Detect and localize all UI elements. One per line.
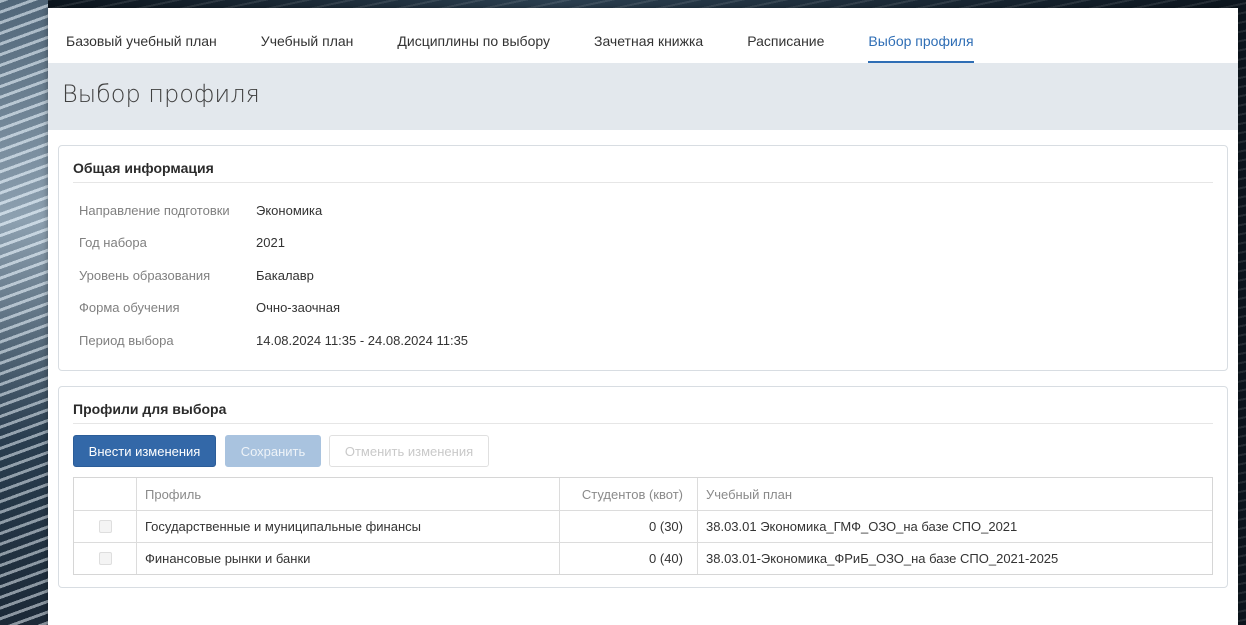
profiles-title: Профили для выбора <box>73 401 1213 424</box>
header-checkbox-cell <box>74 478 136 510</box>
info-value: Бакалавр <box>256 268 314 283</box>
profiles-table: Профиль Студентов (квот) Учебный план Го… <box>73 477 1213 575</box>
curriculum-plan: 38.03.01-Экономика_ФРиБ_ОЗО_на базе СПО_… <box>697 543 1212 574</box>
table-row: Финансовые рынки и банки 0 (40) 38.03.01… <box>74 542 1212 574</box>
background-stripes <box>0 0 48 625</box>
students-count: 0 (30) <box>559 511 697 542</box>
profile-name: Финансовые рынки и банки <box>136 543 559 574</box>
info-value: Экономика <box>256 203 323 218</box>
profile-name: Государственные и муниципальные финансы <box>136 511 559 542</box>
row-checkbox-cell <box>74 543 136 574</box>
general-info-title: Общая информация <box>73 160 1213 183</box>
table-header-row: Профиль Студентов (квот) Учебный план <box>74 478 1212 510</box>
page-title: Выбор профиля <box>62 80 260 108</box>
info-value: 2021 <box>256 235 285 250</box>
tab-record-book[interactable]: Зачетная книжка <box>594 33 703 63</box>
info-value: Очно-заочная <box>256 300 340 315</box>
info-label: Год набора <box>79 235 147 250</box>
info-label: Уровень образования <box>79 268 211 283</box>
save-button[interactable]: Сохранить <box>225 435 321 467</box>
cancel-changes-button[interactable]: Отменить изменения <box>329 435 489 467</box>
info-label: Период выбора <box>79 333 174 348</box>
make-changes-button[interactable]: Внести изменения <box>73 435 216 467</box>
tab-profile-selection[interactable]: Выбор профиля <box>868 33 974 63</box>
row-checkbox[interactable] <box>98 520 112 533</box>
general-info-card: Общая информация Направление подготовки … <box>58 145 1228 371</box>
info-label: Форма обучения <box>79 300 180 315</box>
tab-elective-disciplines[interactable]: Дисциплины по выбору <box>397 33 550 63</box>
column-header-students: Студентов (квот) <box>559 478 697 510</box>
table-row: Государственные и муниципальные финансы … <box>74 510 1212 542</box>
main-panel: Базовый учебный план Учебный план Дисцип… <box>48 8 1238 625</box>
students-count: 0 (40) <box>559 543 697 574</box>
info-label: Направление подготовки <box>79 203 230 218</box>
profiles-card: Профили для выбора Внести изменения Сохр… <box>58 386 1228 588</box>
tab-curriculum[interactable]: Учебный план <box>261 33 354 63</box>
tab-schedule[interactable]: Расписание <box>747 33 824 63</box>
page-header: Выбор профиля <box>48 63 1238 130</box>
tab-base-curriculum[interactable]: Базовый учебный план <box>66 33 217 63</box>
curriculum-plan: 38.03.01 Экономика_ГМФ_ОЗО_на базе СПО_2… <box>697 511 1212 542</box>
row-checkbox[interactable] <box>98 552 112 565</box>
column-header-profile: Профиль <box>136 478 559 510</box>
tab-bar: Базовый учебный план Учебный план Дисцип… <box>48 8 1238 63</box>
column-header-plan: Учебный план <box>697 478 1212 510</box>
info-value: 14.08.2024 11:35 - 24.08.2024 11:35 <box>256 333 469 348</box>
row-checkbox-cell <box>74 511 136 542</box>
